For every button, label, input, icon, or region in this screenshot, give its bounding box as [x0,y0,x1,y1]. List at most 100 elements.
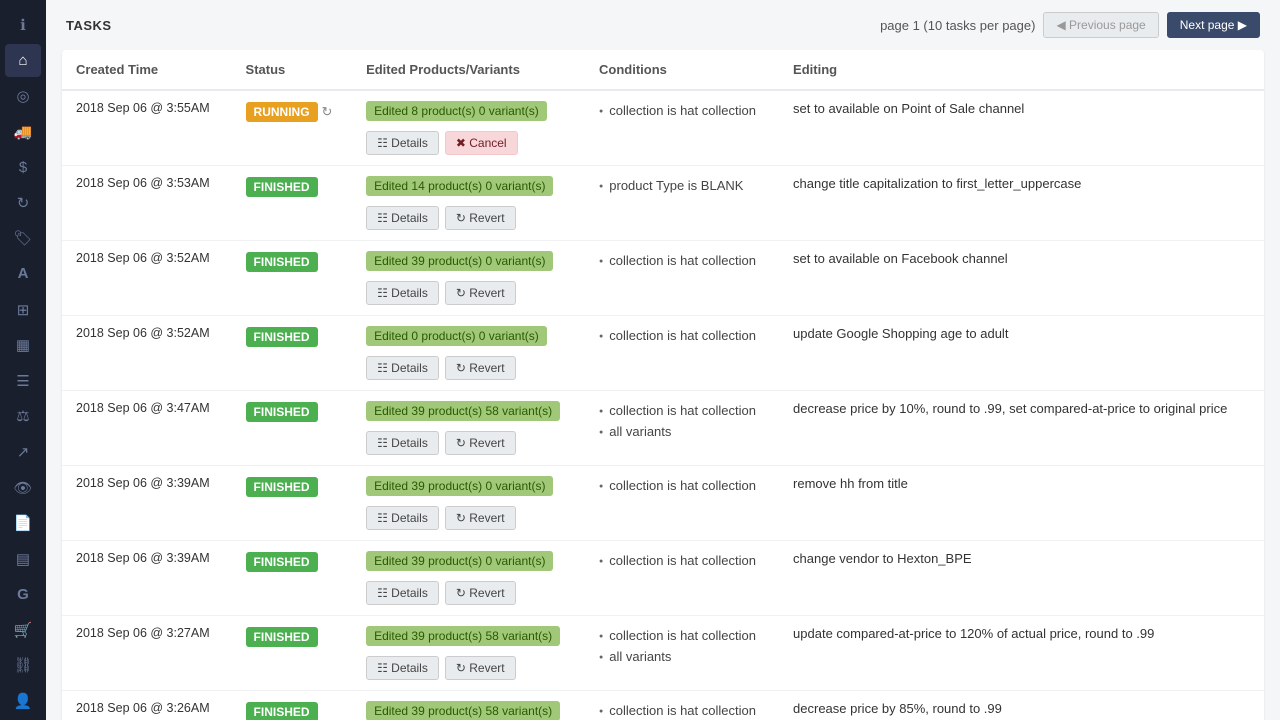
revert-button[interactable]: ↻ Revert [445,356,516,380]
circle-icon[interactable]: ◎ [5,79,41,113]
revert-button[interactable]: ↻ Revert [445,581,516,605]
dollar-icon[interactable]: $ [5,150,41,184]
edited-badge: Edited 8 product(s) 0 variant(s) [366,101,547,121]
table-row: 2018 Sep 06 @ 3:47AMFINISHEDEdited 39 pr… [62,391,1264,466]
col-created-time: Created Time [62,50,232,90]
editing-cell: set to available on Facebook channel [779,241,1264,316]
col-editing: Editing [779,50,1264,90]
table-row: 2018 Sep 06 @ 3:27AMFINISHEDEdited 39 pr… [62,616,1264,691]
conditions-cell: collection is hat collectionall variants [585,616,779,691]
eye-icon[interactable]: 👁 [5,471,41,505]
details-button[interactable]: ☷ Details [366,431,439,455]
edited-cell: Edited 8 product(s) 0 variant(s) ☷ Detail… [352,90,585,166]
table-row: 2018 Sep 06 @ 3:39AMFINISHEDEdited 39 pr… [62,541,1264,616]
edited-badge: Edited 39 product(s) 58 variant(s) [366,401,560,421]
status-badge: FINISHED [246,252,318,272]
revert-button[interactable]: ↻ Revert [445,206,516,230]
condition-item: collection is hat collection [599,101,765,122]
tasks-table: Created Time Status Edited Products/Vari… [62,50,1264,720]
scale-icon[interactable]: ⚖ [5,400,41,434]
edited-badge: Edited 39 product(s) 0 variant(s) [366,476,553,496]
col-status: Status [232,50,353,90]
col-conditions: Conditions [585,50,779,90]
edited-cell: Edited 39 product(s) 58 variant(s)☷ Deta… [352,691,585,720]
edited-badge: Edited 39 product(s) 0 variant(s) [366,251,553,271]
page-title: TASKS [66,18,112,33]
main-content: TASKS page 1 (10 tasks per page) ◀ Previ… [46,0,1280,720]
details-button[interactable]: ☷ Details [366,131,439,155]
barcode-icon[interactable]: ▤ [5,542,41,576]
edited-badge: Edited 14 product(s) 0 variant(s) [366,176,553,196]
condition-item: all variants [599,422,765,443]
details-button[interactable]: ☷ Details [366,506,439,530]
spinner-icon: ↻ [322,104,333,120]
created-time-cell: 2018 Sep 06 @ 3:55AM [62,90,232,166]
truck-icon[interactable]: 🚚 [5,115,41,149]
status-badge: RUNNING [246,102,318,122]
edited-cell: Edited 39 product(s) 0 variant(s) ☷ Detai… [352,466,585,541]
conditions-cell: collection is hat collection [585,541,779,616]
status-cell: FINISHED [232,541,353,616]
edited-cell: Edited 39 product(s) 58 variant(s) ☷ Deta… [352,391,585,466]
info-icon[interactable]: ℹ [5,8,41,42]
details-button[interactable]: ☷ Details [366,656,439,680]
condition-item: collection is hat collection [599,626,765,647]
col-edited: Edited Products/Variants [352,50,585,90]
header: TASKS page 1 (10 tasks per page) ◀ Previ… [46,0,1280,50]
details-button[interactable]: ☷ Details [366,356,439,380]
grid-icon[interactable]: ▦ [5,328,41,362]
editing-cell: update Google Shopping age to adult [779,316,1264,391]
details-button[interactable]: ☷ Details [366,281,439,305]
condition-item: collection is hat collection [599,551,765,572]
sidebar: ℹ ⌂ ◎ 🚚 $ ↻ 🏷 A ⊞ ▦ ☰ ⚖ ↗ 👁 📄 ▤ G 🛒 ⛓ 👤 [0,0,46,720]
editing-cell: decrease price by 10%, round to .99, set… [779,391,1264,466]
edited-cell: Edited 39 product(s) 0 variant(s) ☷ Detai… [352,241,585,316]
nav-icon[interactable]: ↗ [5,435,41,469]
condition-item: collection is hat collection [599,326,765,347]
person-icon[interactable]: 👤 [5,684,41,718]
refresh-icon[interactable]: ↻ [5,186,41,220]
table-icon[interactable]: ⊞ [5,293,41,327]
status-badge: FINISHED [246,327,318,347]
next-page-button[interactable]: Next page ▶ [1167,12,1260,38]
revert-button[interactable]: ↻ Revert [445,506,516,530]
editing-cell: change vendor to Hexton_BPE [779,541,1264,616]
table-row: 2018 Sep 06 @ 3:53AMFINISHEDEdited 14 pr… [62,166,1264,241]
created-time-cell: 2018 Sep 06 @ 3:39AM [62,541,232,616]
details-button[interactable]: ☷ Details [366,206,439,230]
condition-item: collection is hat collection [599,401,765,422]
table-row: 2018 Sep 06 @ 3:52AMFINISHEDEdited 0 pro… [62,316,1264,391]
text-icon[interactable]: A [5,257,41,291]
table-row: 2018 Sep 06 @ 3:26AMFINISHEDEdited 39 pr… [62,691,1264,720]
editing-cell: set to available on Point of Sale channe… [779,90,1264,166]
status-badge: FINISHED [246,627,318,647]
revert-button[interactable]: ↻ Revert [445,656,516,680]
chain-icon[interactable]: ⛓ [5,649,41,683]
conditions-cell: collection is hat collection [585,90,779,166]
status-badge: FINISHED [246,402,318,422]
g-icon[interactable]: G [5,578,41,612]
cart-icon[interactable]: 🛒 [5,613,41,647]
status-cell: FINISHED [232,241,353,316]
status-badge: FINISHED [246,477,318,497]
created-time-cell: 2018 Sep 06 @ 3:53AM [62,166,232,241]
list-icon[interactable]: ☰ [5,364,41,398]
edited-badge: Edited 0 product(s) 0 variant(s) [366,326,547,346]
revert-button[interactable]: ↻ Revert [445,431,516,455]
cancel-button[interactable]: ✖ Cancel [445,131,518,155]
doc-icon[interactable]: 📄 [5,506,41,540]
details-button[interactable]: ☷ Details [366,581,439,605]
status-badge: FINISHED [246,702,318,720]
tag-icon[interactable]: 🏷 [5,222,41,256]
revert-button[interactable]: ↻ Revert [445,281,516,305]
status-cell: FINISHED [232,466,353,541]
prev-page-button: ◀ Previous page [1043,12,1158,38]
table-header-row: Created Time Status Edited Products/Vari… [62,50,1264,90]
conditions-cell: collection is hat collectionall variants [585,391,779,466]
conditions-cell: collection is hat collection [585,316,779,391]
table-row: 2018 Sep 06 @ 3:39AMFINISHEDEdited 39 pr… [62,466,1264,541]
home-icon[interactable]: ⌂ [5,44,41,78]
editing-cell: decrease price by 85%, round to .99 [779,691,1264,720]
created-time-cell: 2018 Sep 06 @ 3:52AM [62,241,232,316]
table-wrapper: Created Time Status Edited Products/Vari… [46,50,1280,720]
